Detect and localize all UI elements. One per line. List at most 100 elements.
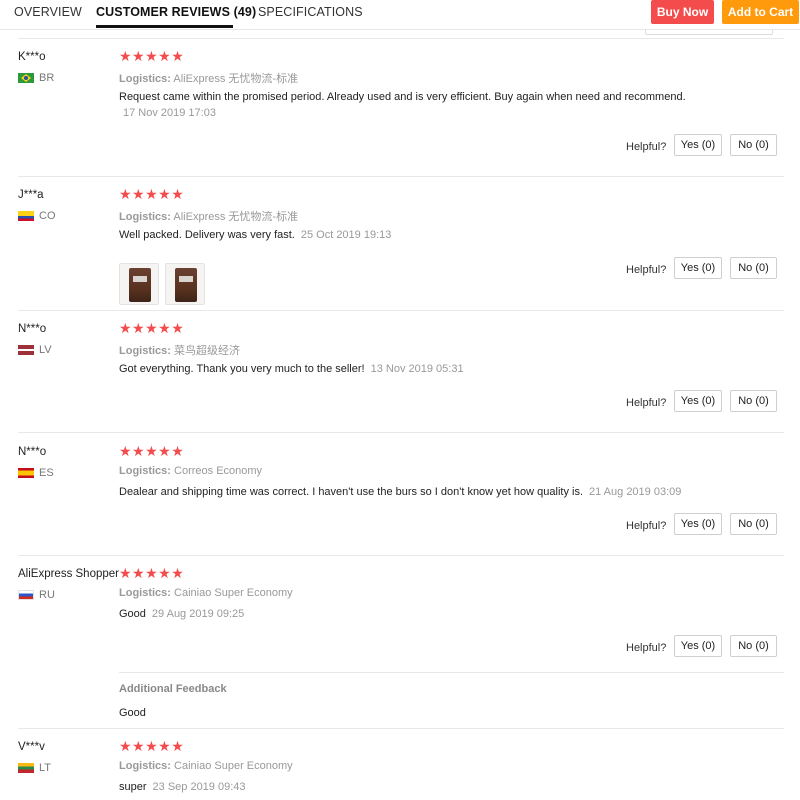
review-body: super: [119, 781, 147, 793]
divider: [18, 310, 784, 311]
logistics-value: Cainiao Super Economy: [174, 760, 293, 772]
sort-dropdown[interactable]: [645, 30, 773, 35]
tab-overview[interactable]: OVERVIEW: [14, 5, 82, 19]
logistics-label: Logistics:: [119, 465, 171, 477]
review-text: super 23 Sep 2019 09:43: [119, 781, 246, 793]
review-body: Well packed. Delivery was very fast.: [119, 229, 295, 241]
review-text: Request came within the promised period.…: [119, 91, 686, 103]
review-body: Good: [119, 608, 146, 620]
tab-customer-reviews[interactable]: CUSTOMER REVIEWS (49): [96, 5, 256, 19]
reviewer-country: BR: [18, 72, 54, 84]
review-body: Request came within the promised period.…: [119, 91, 686, 103]
divider: [18, 38, 784, 39]
logistics-label: Logistics:: [119, 760, 171, 772]
review-date: 25 Oct 2019 19:13: [300, 229, 392, 241]
review-date: 21 Aug 2019 03:09: [589, 486, 682, 498]
reviewer-country: LT: [18, 762, 51, 774]
logistics-info: Logistics: Cainiao Super Economy: [119, 587, 293, 599]
reviewer-country: LV: [18, 344, 52, 356]
logistics-value: 菜鸟超级经济: [174, 345, 241, 357]
review-photo-thumbnail[interactable]: [165, 263, 205, 305]
star-rating: ★★★★★: [119, 738, 185, 754]
helpful-no-button[interactable]: No (0): [730, 390, 777, 412]
divider: [18, 432, 784, 433]
additional-feedback-text: Good: [119, 707, 146, 719]
helpful-yes-button[interactable]: Yes (0): [674, 390, 722, 412]
review-body: Dealear and shipping time was correct. I…: [119, 486, 583, 498]
logistics-value: AliExpress 无忧物流-标准: [173, 211, 299, 223]
logistics-value: AliExpress 无忧物流-标准: [173, 73, 299, 85]
logistics-label: Logistics:: [119, 211, 171, 223]
divider: [18, 176, 784, 177]
colombia-flag-icon: [18, 211, 34, 221]
add-to-cart-button[interactable]: Add to Cart: [722, 0, 799, 24]
tab-specifications[interactable]: SPECIFICATIONS: [258, 5, 363, 19]
country-code: CO: [39, 210, 56, 222]
helpful-yes-button[interactable]: Yes (0): [674, 513, 722, 535]
helpful-yes-button[interactable]: Yes (0): [674, 134, 722, 156]
buy-now-button[interactable]: Buy Now: [651, 0, 714, 24]
review-date: 29 Aug 2019 09:25: [151, 608, 245, 620]
helpful-no-button[interactable]: No (0): [730, 513, 777, 535]
review-text: Dealear and shipping time was correct. I…: [119, 486, 681, 498]
reviewer-country: RU: [18, 589, 55, 601]
star-rating: ★★★★★: [119, 443, 185, 459]
lithuania-flag-icon: [18, 763, 34, 773]
star-rating: ★★★★★: [119, 48, 185, 64]
reviewer-country: ES: [18, 467, 54, 479]
reviewer-name: N***o: [18, 323, 47, 335]
country-code: LV: [39, 344, 52, 356]
divider: [18, 555, 784, 556]
spain-flag-icon: [18, 468, 34, 478]
reviewer-name: J***a: [18, 189, 44, 201]
star-rating: ★★★★★: [119, 565, 185, 581]
active-tab-indicator: [96, 25, 233, 28]
review-text: Well packed. Delivery was very fast. 25 O…: [119, 229, 391, 241]
review-date: 13 Nov 2019 05:31: [370, 363, 464, 375]
country-code: LT: [39, 762, 52, 774]
latvia-flag-icon: [18, 345, 34, 355]
reviewer-country: CO: [18, 210, 56, 222]
helpful-label: Helpful?: [626, 141, 667, 153]
review-text: Good 29 Aug 2019 09:25: [119, 608, 244, 620]
divider: [18, 728, 784, 729]
country-code: RU: [39, 589, 55, 601]
brazil-flag-icon: [18, 73, 34, 83]
logistics-label: Logistics:: [119, 587, 171, 599]
review-text: Got everything. Thank you very much to t…: [119, 363, 464, 375]
additional-feedback-label: Additional Feedback: [119, 683, 227, 695]
review-body: Got everything. Thank you very much to t…: [119, 363, 365, 375]
logistics-info: Logistics: Correos Economy: [119, 465, 262, 477]
helpful-no-button[interactable]: No (0): [730, 635, 777, 657]
logistics-label: Logistics:: [119, 345, 171, 357]
helpful-no-button[interactable]: No (0): [730, 134, 777, 156]
review-date: 17 Nov 2019 17:03: [123, 107, 216, 119]
reviewer-name: V***v: [18, 741, 45, 753]
helpful-yes-button[interactable]: Yes (0): [674, 257, 722, 279]
product-tab-bar: OVERVIEW CUSTOMER REVIEWS (49) SPECIFICA…: [0, 0, 800, 30]
review-date: 23 Sep 2019 09:43: [152, 781, 246, 793]
star-rating: ★★★★★: [119, 186, 185, 202]
reviewer-name: AliExpress Shopper: [18, 568, 119, 580]
helpful-label: Helpful?: [626, 397, 667, 409]
helpful-yes-button[interactable]: Yes (0): [674, 635, 722, 657]
logistics-value: Correos Economy: [174, 465, 263, 477]
logistics-info: Logistics: 菜鸟超级经济: [119, 342, 240, 358]
helpful-label: Helpful?: [626, 642, 667, 654]
helpful-label: Helpful?: [626, 264, 667, 276]
country-code: BR: [39, 72, 55, 84]
star-rating: ★★★★★: [119, 320, 185, 336]
helpful-label: Helpful?: [626, 520, 667, 532]
country-code: ES: [39, 467, 54, 479]
helpful-no-button[interactable]: No (0): [730, 257, 777, 279]
review-photos: [119, 263, 205, 305]
reviewer-name: K***o: [18, 51, 46, 63]
logistics-info: Logistics: Cainiao Super Economy: [119, 760, 293, 772]
logistics-value: Cainiao Super Economy: [174, 587, 293, 599]
additional-feedback-divider: [119, 672, 784, 673]
russia-flag-icon: [18, 590, 34, 600]
logistics-label: Logistics:: [119, 73, 171, 85]
reviewer-name: N***o: [18, 446, 47, 458]
review-photo-thumbnail[interactable]: [119, 263, 159, 305]
logistics-info: Logistics: AliExpress 无忧物流-标准: [119, 208, 298, 224]
